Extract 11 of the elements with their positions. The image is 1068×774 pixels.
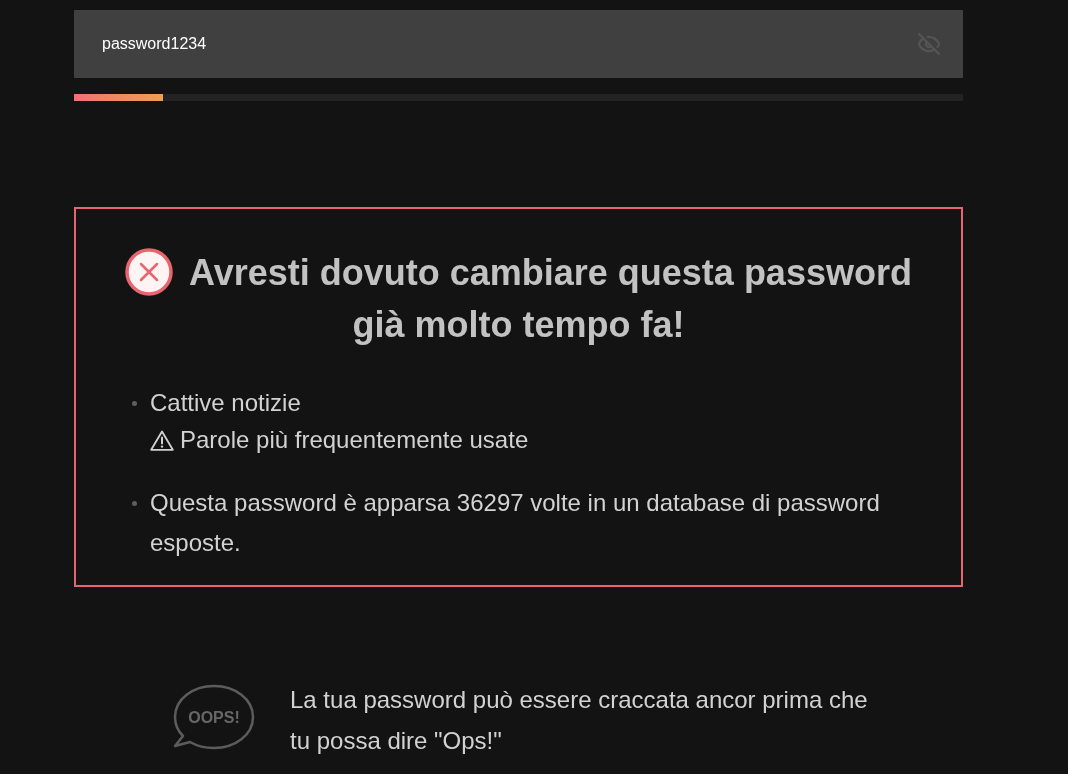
alert-item-text: Questa password è apparsa 36297 volte in un database di password esposte. <box>150 488 881 558</box>
bullet-icon <box>132 501 137 506</box>
tip-text: La tua password può essere craccata ancor prima che tu possa dire "Ops!" <box>290 685 869 756</box>
bullet-icon <box>132 401 137 406</box>
speech-bubble-icon: OOPS! <box>172 684 256 752</box>
alert-title: Avresti dovuto cambiare questa password già molto tempo fa! <box>189 252 912 345</box>
alert-item-text: Cattive notizie <box>150 388 302 418</box>
x-circle-icon <box>125 248 174 296</box>
password-field[interactable]: password1234 <box>74 10 963 78</box>
warning-icon <box>150 429 174 451</box>
warning-text: Parole più frequentemente usate <box>180 425 529 455</box>
